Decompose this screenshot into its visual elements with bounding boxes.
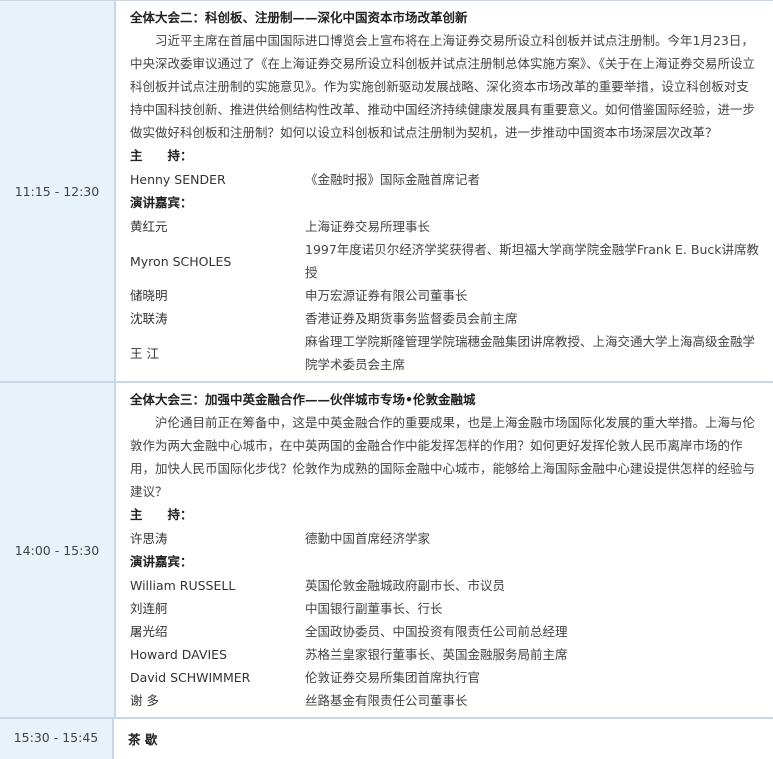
speaker-entry: Myron SCHOLES 1997年度诺贝尔经济学奖获得者、斯坦福大学商学院金… — [130, 238, 759, 284]
speaker-entry: 王 江 麻省理工学院斯隆管理学院瑞穗金融集团讲席教授、上海交通大学上海高级金融学… — [130, 330, 759, 376]
person-name: 刘连舸 — [130, 601, 168, 616]
agenda-row: 11:15 - 12:30 全体大会二：科创板、注册制——深化中国资本市场改革创… — [0, 1, 773, 383]
session-description: 习近平主席在首届中国国际进口博览会上宣布将在上海证券交易所设立科创板并试点注册制… — [130, 33, 756, 140]
person-title: 上海证券交易所理事长 — [305, 219, 431, 234]
person-name: Howard DAVIES — [130, 647, 227, 662]
person-name: David SCHWIMMER — [130, 670, 251, 685]
host-label: 主 持： — [130, 507, 193, 522]
speaker-entry: 储晓明 申万宏源证券有限公司董事长 — [130, 284, 759, 307]
speaker-entry: 黄红元 上海证券交易所理事长 — [130, 215, 759, 238]
host-entry: 许思涛 德勤中国首席经济学家 — [130, 527, 759, 550]
person-name: 储晓明 — [130, 288, 168, 303]
person-title: 伦敦证券交易所集团首席执行官 — [305, 670, 481, 685]
speakers-label: 演讲嘉宾： — [130, 554, 193, 569]
session-time: 15:30 - 15:45 — [0, 719, 114, 759]
person-title: 中国银行副董事长、行长 — [305, 601, 443, 616]
person-title: 英国伦敦金融城政府副市长、市议员 — [305, 578, 506, 593]
person-name: 许思涛 — [130, 531, 168, 546]
person-title: 申万宏源证券有限公司董事长 — [305, 288, 468, 303]
person-name: Myron SCHOLES — [130, 253, 232, 269]
speaker-entry: 沈联涛 香港证券及期货事务监督委员会前主席 — [130, 307, 759, 330]
agenda-table: 11:15 - 12:30 全体大会二：科创板、注册制——深化中国资本市场改革创… — [0, 0, 773, 759]
agenda-row: 14:00 - 15:30 全体大会三：加强中英金融合作——伙伴城市专场•伦敦金… — [0, 383, 773, 719]
agenda-row: 15:30 - 15:45 茶 歇 — [0, 719, 773, 759]
session-title: 茶 歇 — [128, 732, 158, 747]
session-time: 14:00 - 15:30 — [0, 383, 116, 717]
speaker-entry: William RUSSELL 英国伦敦金融城政府副市长、市议员 — [130, 574, 759, 597]
person-name: 黄红元 — [130, 219, 168, 234]
speaker-entry: Howard DAVIES 苏格兰皇家银行董事长、英国金融服务局前主席 — [130, 643, 759, 666]
person-name: 沈联涛 — [130, 311, 168, 326]
person-name: 谢 多 — [130, 693, 159, 708]
host-label: 主 持： — [130, 148, 193, 163]
session-content: 全体大会二：科创板、注册制——深化中国资本市场改革创新 习近平主席在首届中国国际… — [116, 1, 773, 381]
person-title: 1997年度诺贝尔经济学奖获得者、斯坦福大学商学院金融学Frank E. Buc… — [305, 242, 759, 280]
session-title: 全体大会三：加强中英金融合作——伙伴城市专场•伦敦金融城 — [130, 392, 476, 407]
person-title: 丝路基金有限责任公司董事长 — [305, 693, 468, 708]
person-title: 《金融时报》国际金融首席记者 — [305, 172, 481, 187]
speaker-entry: David SCHWIMMER 伦敦证券交易所集团首席执行官 — [130, 666, 759, 689]
session-time: 11:15 - 12:30 — [0, 1, 116, 381]
person-title: 苏格兰皇家银行董事长、英国金融服务局前主席 — [305, 647, 568, 662]
session-title: 全体大会二：科创板、注册制——深化中国资本市场改革创新 — [130, 10, 468, 25]
person-title: 全国政协委员、中国投资有限责任公司前总经理 — [305, 624, 568, 639]
person-name: 屠光绍 — [130, 624, 168, 639]
speaker-entry: 谢 多 丝路基金有限责任公司董事长 — [130, 689, 759, 712]
session-content: 茶 歇 — [114, 719, 773, 759]
speaker-entry: 屠光绍 全国政协委员、中国投资有限责任公司前总经理 — [130, 620, 759, 643]
speakers-label: 演讲嘉宾： — [130, 195, 193, 210]
person-title: 香港证券及期货事务监督委员会前主席 — [305, 311, 518, 326]
person-name: 王 江 — [130, 345, 159, 361]
person-name: William RUSSELL — [130, 578, 236, 593]
speaker-entry: 刘连舸 中国银行副董事长、行长 — [130, 597, 759, 620]
person-title: 麻省理工学院斯隆管理学院瑞穗金融集团讲席教授、上海交通大学上海高级金融学院学术委… — [305, 334, 756, 372]
person-name: Henny SENDER — [130, 172, 226, 187]
session-description: 沪伦通目前正在筹备中，这是中英金融合作的重要成果，也是上海金融市场国际化发展的重… — [130, 415, 756, 499]
host-entry: Henny SENDER 《金融时报》国际金融首席记者 — [130, 168, 759, 191]
person-title: 德勤中国首席经济学家 — [305, 531, 431, 546]
session-content: 全体大会三：加强中英金融合作——伙伴城市专场•伦敦金融城 沪伦通目前正在筹备中，… — [116, 383, 773, 717]
